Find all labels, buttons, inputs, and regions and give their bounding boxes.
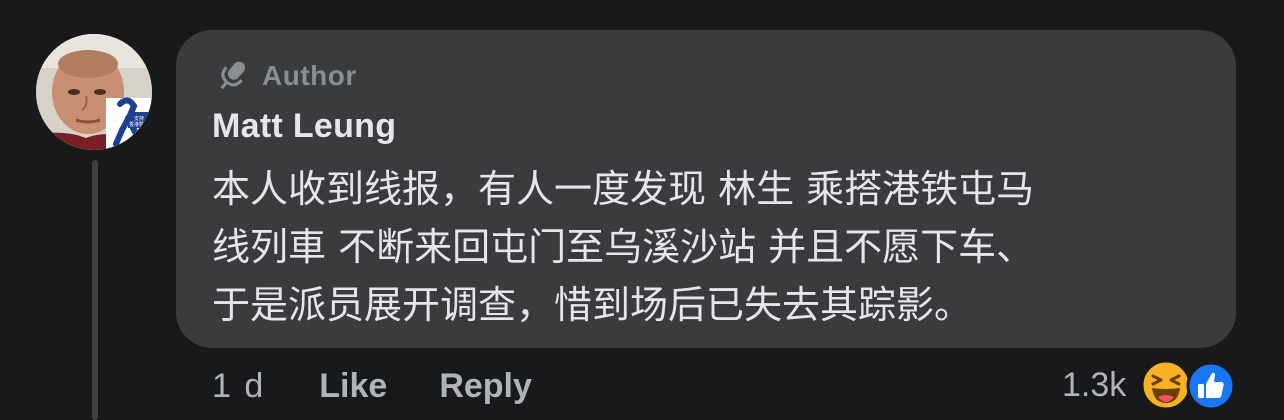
- comment-text: 本人收到线报，有人一度发现 林生 乘搭港铁屯马 线列車 不断来回屯门至乌溪沙站 …: [212, 160, 1212, 334]
- reactions-summary[interactable]: 1.3k: [1062, 359, 1238, 411]
- author-badge-label: Author: [262, 60, 357, 91]
- reaction-icons: [1140, 359, 1238, 411]
- author-badge: Author: [212, 56, 357, 96]
- reaction-count: 1.3k: [1062, 365, 1127, 404]
- avatar[interactable]: 支持 香港警察: [36, 34, 152, 150]
- comment-screen: 支持 香港警察 Author Matt Leung 本人收到线报，有人一度发现 …: [0, 0, 1284, 420]
- reply-button[interactable]: Reply: [439, 367, 532, 406]
- microphone-icon: [220, 61, 246, 90]
- support-ribbon-badge: 支持 香港警察: [106, 97, 152, 150]
- like-icon: [1186, 361, 1236, 411]
- comment-text-line: 于是派员展开调查，惜到场后已失去其踪影。: [212, 283, 973, 327]
- comment-text-line: 线列車 不断来回屯门至乌溪沙站 并且不愿下车、: [212, 225, 1035, 269]
- comment-text-line: 本人收到线报，有人一度发现 林生 乘搭港铁屯马: [212, 167, 1035, 211]
- commenter-name[interactable]: Matt Leung: [212, 104, 396, 148]
- haha-icon: [1140, 359, 1192, 411]
- svg-text:香港警察: 香港警察: [129, 121, 149, 128]
- comment-timestamp[interactable]: 1 d: [212, 367, 265, 406]
- thread-line: [92, 160, 98, 420]
- like-button[interactable]: Like: [319, 367, 387, 406]
- svg-text:支持: 支持: [134, 115, 144, 122]
- comment-actions: 1 d Like Reply: [212, 362, 532, 410]
